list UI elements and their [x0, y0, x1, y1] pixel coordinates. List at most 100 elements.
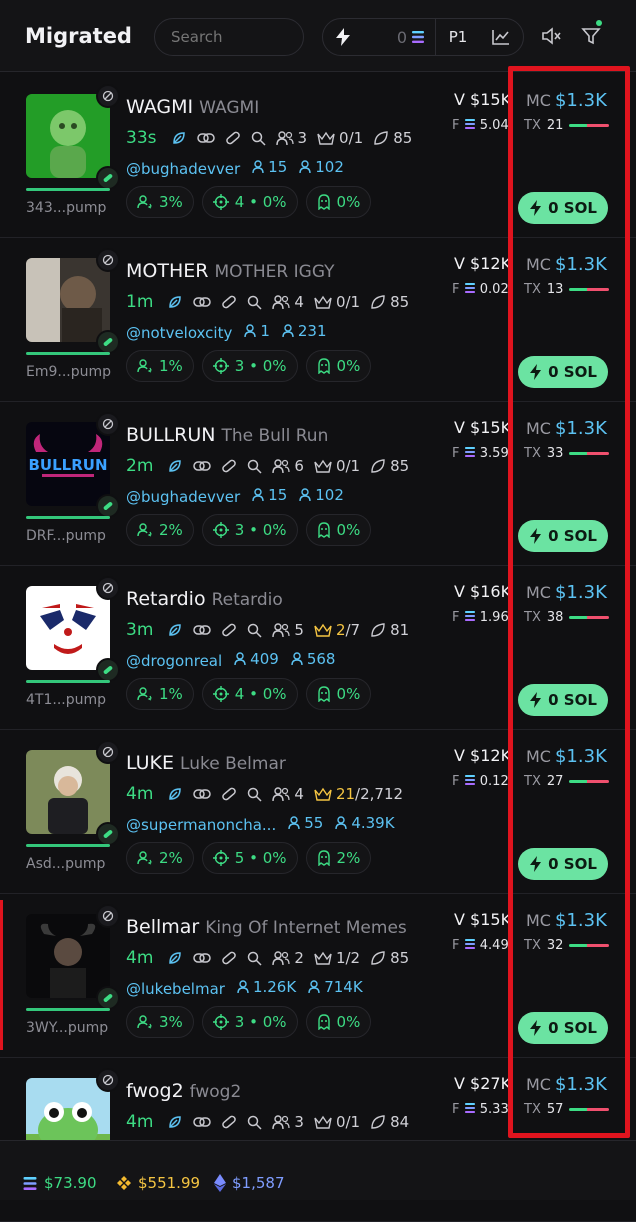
insiders-pill[interactable]: 0% — [305, 678, 372, 710]
insiders-pill[interactable]: 0% — [305, 350, 372, 382]
token-avatar[interactable] — [26, 586, 110, 670]
top-holders-pill[interactable]: 1% — [126, 678, 194, 710]
image-search-icon[interactable] — [96, 740, 120, 764]
pill-icon[interactable] — [221, 950, 237, 966]
image-search-icon[interactable] — [96, 248, 120, 272]
link-icon[interactable] — [196, 131, 215, 145]
filter-icon[interactable] — [581, 26, 601, 50]
link-icon[interactable] — [193, 623, 212, 637]
link-icon[interactable] — [193, 295, 212, 309]
token-avatar[interactable]: BULLRUN — [26, 422, 110, 506]
quick-buy-button[interactable]: 0 SOL — [518, 1012, 608, 1044]
token-avatar[interactable] — [26, 914, 110, 998]
snipers-pill[interactable]: 3 • 0% — [201, 514, 298, 546]
token-name[interactable]: fwog2 fwog2 — [126, 1080, 241, 1102]
link-icon[interactable] — [193, 1115, 212, 1129]
token-row[interactable]: 343...pump WAGMI WAGMI 33s 3 0/1 85 @bughadevve… — [0, 74, 636, 238]
contract-address[interactable]: DRF...pump — [26, 528, 106, 544]
top-holders-pill[interactable]: 3% — [126, 1006, 194, 1038]
token-row[interactable]: BULLRUN DRF...pump BULLRUN The Bull Run 2m 6 0… — [0, 402, 636, 566]
contract-address[interactable]: Em9...pump — [26, 364, 111, 380]
token-row[interactable]: 4T1...pump Retardio Retardio 3m 5 2/7 81 @drogo… — [0, 566, 636, 730]
image-search-icon[interactable] — [96, 576, 120, 600]
contract-address[interactable]: 343...pump — [26, 200, 106, 216]
token-name[interactable]: BULLRUN The Bull Run — [126, 424, 328, 446]
snipers-pill[interactable]: 3 • 0% — [201, 1006, 298, 1038]
lightning-icon[interactable] — [323, 19, 363, 55]
contract-address[interactable]: 3WY...pump — [26, 1020, 108, 1036]
top-holders-pill[interactable]: 2% — [126, 514, 194, 546]
link-icon[interactable] — [193, 459, 212, 473]
link-icon[interactable] — [193, 787, 212, 801]
sniper-icon — [212, 194, 229, 210]
quick-buy-button[interactable]: 0 SOL — [518, 192, 608, 224]
top-holders-pill[interactable]: 1% — [126, 350, 194, 382]
token-name[interactable]: Bellmar King Of Internet Memes — [126, 916, 407, 938]
search-icon[interactable] — [247, 295, 262, 310]
snipers-pill[interactable]: 4 • 0% — [201, 678, 298, 710]
twitter-handle[interactable]: @bughadevver 15 102 — [126, 158, 344, 178]
bnb-price[interactable]: $551.99 — [116, 1174, 200, 1192]
search-icon[interactable] — [247, 787, 262, 802]
person-icon — [234, 652, 246, 666]
lightning-icon — [530, 528, 542, 544]
quick-buy-button[interactable]: 0 SOL — [518, 848, 608, 880]
image-search-icon[interactable] — [96, 84, 120, 108]
quick-buy-button[interactable]: 0 SOL — [518, 356, 608, 388]
chart-icon[interactable] — [480, 19, 522, 55]
quick-buy-button[interactable]: 0 SOL — [518, 684, 608, 716]
preset-button[interactable]: P1 — [436, 19, 480, 55]
pill-icon[interactable] — [221, 1114, 237, 1130]
snipers-pill[interactable]: 5 • 0% — [201, 842, 298, 874]
snipers-pill[interactable]: 4 • 0% — [201, 186, 298, 218]
insiders-pill[interactable]: 0% — [305, 186, 372, 218]
token-avatar[interactable] — [26, 94, 110, 178]
search-icon[interactable] — [247, 459, 262, 474]
token-row[interactable]: 3WY...pump Bellmar King Of Internet Memes 4… — [0, 894, 636, 1058]
sol-price[interactable]: $73.90 — [22, 1174, 97, 1192]
pill-icon[interactable] — [221, 786, 237, 802]
link-icon[interactable] — [193, 951, 212, 965]
top-holders-pill[interactable]: 3% — [126, 186, 194, 218]
top-holders-pill[interactable]: 2% — [126, 842, 194, 874]
insiders-pill[interactable]: 2% — [305, 842, 372, 874]
pill-icon[interactable] — [221, 458, 237, 474]
search-input[interactable] — [154, 18, 304, 56]
twitter-handle[interactable]: @bughadevver 15 102 — [126, 486, 344, 506]
contract-address[interactable]: 4T1...pump — [26, 692, 106, 708]
eth-price[interactable]: $1,587 — [214, 1174, 285, 1192]
search-icon[interactable] — [247, 623, 262, 638]
snipers-pill[interactable]: 3 • 0% — [201, 350, 298, 382]
pill-icon[interactable] — [221, 294, 237, 310]
twitter-handle[interactable]: @supermanoncha... 55 4.39K — [126, 814, 395, 834]
search-icon[interactable] — [251, 131, 266, 146]
token-avatar[interactable] — [26, 258, 110, 342]
search-icon[interactable] — [247, 951, 262, 966]
contract-address[interactable]: Asd...pump — [26, 856, 105, 872]
pill-icon[interactable] — [225, 130, 241, 146]
image-search-icon[interactable] — [96, 412, 120, 436]
token-name[interactable]: MOTHER MOTHER IGGY — [126, 260, 335, 282]
token-row[interactable]: Asd...pump LUKE Luke Belmar 4m 4 21/2,712 @sup… — [0, 730, 636, 894]
twitter-handle[interactable]: @drogonreal 409 568 — [126, 650, 335, 670]
token-name[interactable]: Retardio Retardio — [126, 588, 283, 610]
twitter-handle[interactable]: @notveloxcity 1 231 — [126, 322, 327, 342]
token-avatar[interactable] — [26, 750, 110, 834]
token-name[interactable]: WAGMI WAGMI — [126, 96, 259, 118]
market-cap: MC $1.3K — [526, 910, 607, 931]
pill-icon[interactable] — [221, 622, 237, 638]
quick-buy-button[interactable]: 0 SOL — [518, 520, 608, 552]
quick-buy-amount[interactable]: 0 — [363, 19, 435, 55]
token-name[interactable]: LUKE Luke Belmar — [126, 752, 286, 774]
search-icon[interactable] — [247, 1115, 262, 1130]
tx-value: 27 — [546, 774, 564, 789]
holders-value: 3 — [294, 1113, 304, 1131]
insiders-pill[interactable]: 0% — [305, 514, 372, 546]
token-row[interactable]: Em9...pump MOTHER MOTHER IGGY 1m 4 0/1 85 @notv… — [0, 238, 636, 402]
mute-icon[interactable] — [541, 26, 563, 50]
image-search-icon[interactable] — [96, 1068, 120, 1092]
image-search-icon[interactable] — [96, 904, 120, 928]
lightning-icon — [530, 364, 542, 380]
insiders-pill[interactable]: 0% — [305, 1006, 372, 1038]
twitter-handle[interactable]: @lukebelmar 1.26K 714K — [126, 978, 363, 998]
